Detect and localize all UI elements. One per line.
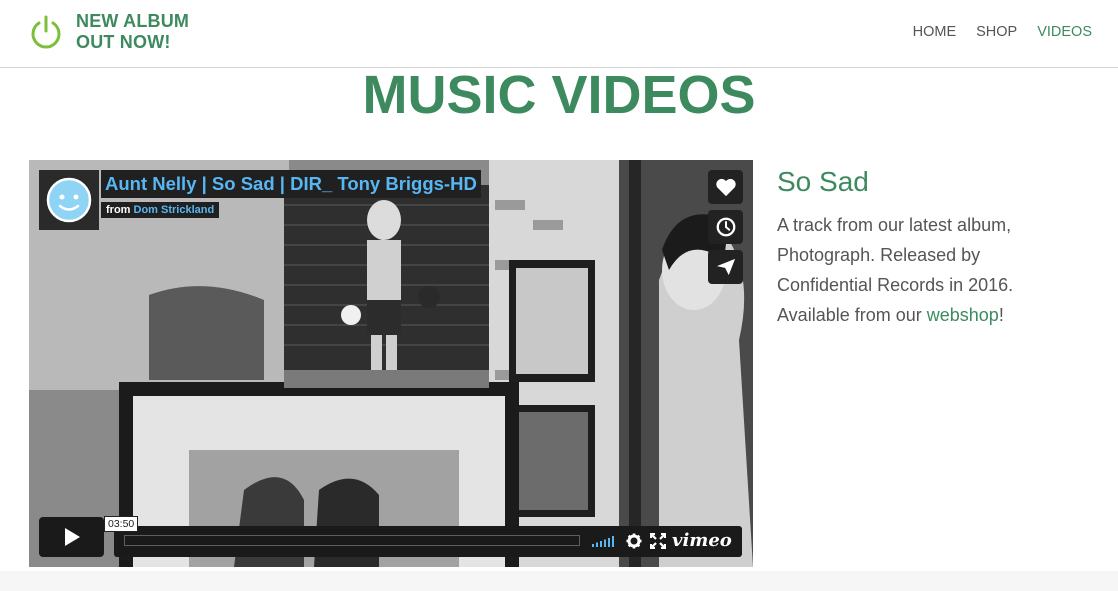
video-title-link[interactable]: Aunt Nelly | So Sad | DIR_ Tony Briggs-H… [101, 170, 481, 198]
song-description: A track from our latest album, Photograp… [777, 210, 1077, 330]
clock-icon [716, 217, 735, 237]
power-icon[interactable] [28, 14, 64, 50]
nav-home[interactable]: HOME [913, 24, 957, 40]
watch-later-button[interactable] [708, 210, 743, 244]
control-bar: vimeo [114, 526, 742, 557]
heart-icon [715, 178, 736, 197]
share-button[interactable] [708, 250, 743, 284]
song-title: So Sad [777, 166, 869, 197]
webshop-link[interactable]: webshop [927, 305, 999, 325]
video-player[interactable]: Aunt Nelly | So Sad | DIR_ Tony Briggs-H… [29, 160, 753, 567]
nav-videos[interactable]: VIDEOS [1037, 24, 1092, 40]
nav-shop[interactable]: SHOP [976, 24, 1017, 40]
send-icon [716, 258, 735, 276]
video-header: Aunt Nelly | So Sad | DIR_ Tony Briggs-H… [39, 170, 481, 230]
byline-prefix: from [106, 204, 131, 216]
author-link[interactable]: Dom Strickland [134, 204, 215, 216]
brand-title[interactable]: NEW ALBUM OUT NOW! [76, 11, 189, 53]
avatar[interactable] [39, 170, 99, 230]
like-button[interactable] [708, 170, 743, 204]
vimeo-logo[interactable]: vimeo [672, 530, 732, 551]
play-icon [64, 528, 80, 546]
timecode: 03:50 [104, 516, 139, 532]
song-desc-end: ! [998, 305, 1004, 325]
brand-line-1: NEW ALBUM [76, 11, 190, 31]
volume-icon[interactable] [592, 536, 616, 547]
site-header: NEW ALBUM OUT NOW! HOME SHOP VIDEOS [0, 0, 1118, 68]
progress-bar[interactable] [124, 535, 580, 546]
video-side-actions [708, 170, 743, 284]
settings-icon[interactable] [626, 533, 642, 549]
song-info: So Sad A track from our latest album, Ph… [777, 166, 1077, 330]
page-title: MUSIC VIDEOS [362, 65, 756, 125]
video-byline: from Dom Strickland [101, 202, 220, 218]
play-button[interactable] [39, 517, 104, 557]
brand-line-2: OUT NOW! [76, 32, 171, 52]
fullscreen-icon[interactable] [650, 533, 666, 549]
video-meta: Aunt Nelly | So Sad | DIR_ Tony Briggs-H… [101, 170, 481, 230]
smiley-face-icon [46, 177, 92, 223]
main-nav: HOME SHOP VIDEOS [913, 24, 1092, 40]
footer-band [0, 571, 1118, 591]
